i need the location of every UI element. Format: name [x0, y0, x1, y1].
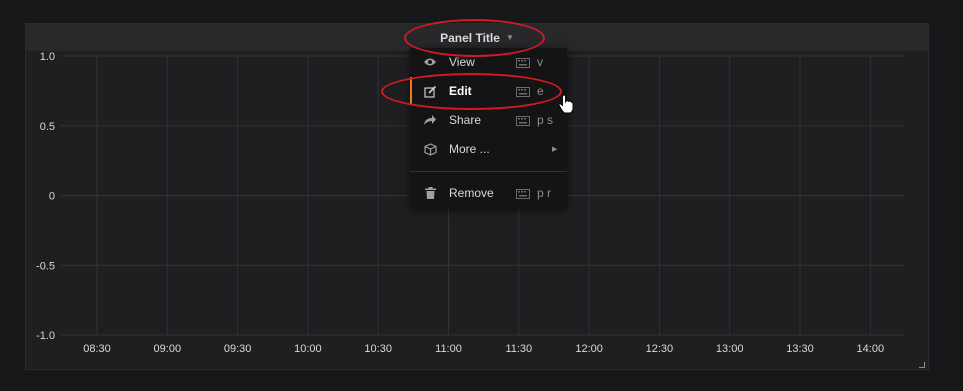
- menu-item-label: Remove: [449, 186, 494, 200]
- x-tick-label: 12:00: [575, 343, 603, 355]
- y-tick-label: 0.5: [40, 121, 55, 133]
- caret-right-icon: ▶: [552, 146, 558, 153]
- keyboard-icon: [516, 115, 530, 126]
- cube-icon: [423, 142, 437, 156]
- hand-pointer-icon: [558, 94, 574, 114]
- menu-item-label: View: [449, 55, 475, 69]
- y-tick-label: -0.5: [36, 260, 55, 272]
- x-tick-label: 09:30: [224, 343, 252, 355]
- x-tick-label: 10:30: [364, 343, 392, 355]
- x-tick-label: 10:00: [294, 343, 322, 355]
- edit-icon: [423, 84, 437, 98]
- keyboard-icon: [516, 86, 530, 97]
- shortcut-label: p s: [537, 113, 554, 127]
- x-tick-label: 08:30: [83, 343, 111, 355]
- resize-handle-icon[interactable]: [919, 362, 925, 368]
- x-tick-label: 09:00: [154, 343, 182, 355]
- menu-item-label: Edit: [449, 84, 472, 98]
- x-tick-label: 13:30: [786, 343, 814, 355]
- menu-item-share[interactable]: Share p s: [410, 106, 567, 134]
- x-tick-label: 11:00: [435, 343, 462, 355]
- menu-item-edit[interactable]: Edit e: [410, 77, 567, 105]
- shortcut-label: v: [537, 55, 543, 69]
- y-tick-label: 0: [49, 191, 55, 203]
- y-tick-label: -1.0: [36, 330, 55, 342]
- shortcut-label: p r: [537, 186, 552, 200]
- keyboard-icon: [516, 188, 530, 199]
- menu-item-remove[interactable]: Remove p r: [410, 179, 567, 207]
- x-tick-label: 12:30: [646, 343, 674, 355]
- menu-item-more[interactable]: More ... ▶: [410, 135, 567, 163]
- share-icon: [423, 113, 437, 127]
- shortcut-label: e: [537, 84, 544, 98]
- menu-divider: [410, 171, 567, 172]
- eye-icon: [423, 55, 437, 69]
- menu-item-label: More ...: [449, 142, 490, 156]
- x-tick-label: 11:30: [505, 343, 532, 355]
- trash-icon: [423, 186, 437, 200]
- menu-item-view[interactable]: View v: [410, 48, 567, 76]
- panel-menu: View v Edit e Share p s More ... ▶ Remov…: [410, 48, 567, 208]
- x-tick-label: 13:00: [716, 343, 744, 355]
- keyboard-icon: [516, 57, 530, 68]
- menu-item-label: Share: [449, 113, 482, 127]
- y-tick-label: 1.0: [40, 51, 55, 63]
- x-tick-label: 14:00: [857, 343, 885, 355]
